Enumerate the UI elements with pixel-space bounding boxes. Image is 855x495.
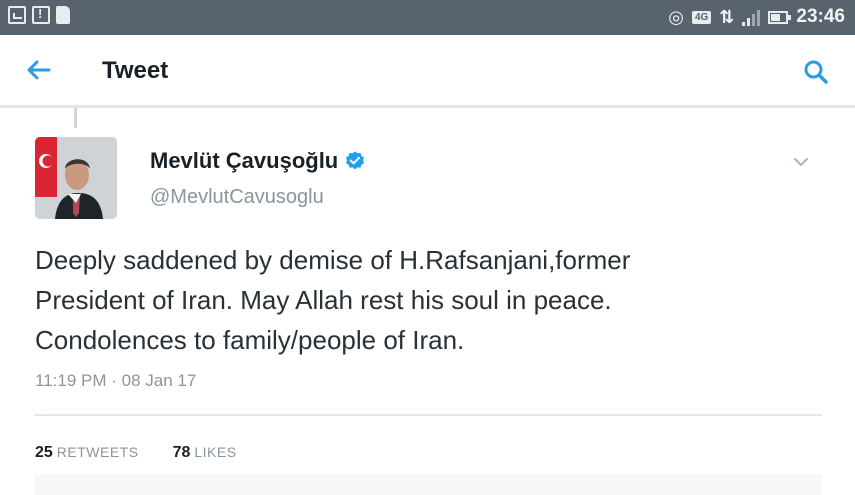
retweets-label: RETWEETS [56, 444, 139, 460]
tweet-timestamp: 11:19 PM · 08 Jan 17 [35, 371, 197, 390]
verified-badge-icon [346, 151, 365, 170]
sdcard-icon [56, 6, 70, 24]
action-bar-edge [35, 474, 822, 495]
tweet-text: Deeply saddened by demise of H.Rafsanjan… [35, 240, 825, 360]
image-icon [8, 6, 26, 24]
likes-count: 78 [172, 444, 191, 461]
status-bar: ◎ 4G ⇅ 23:46 [0, 0, 855, 35]
avatar-image [35, 137, 117, 219]
avatar[interactable] [35, 137, 117, 219]
retweets-count: 25 [35, 444, 53, 461]
status-bar-left [8, 6, 70, 24]
wifi-hotspot-icon: ◎ [668, 7, 684, 27]
likes-stat[interactable]: 78 LIKES [173, 444, 237, 462]
retweets-stat[interactable]: 25 RETWEETS [35, 444, 139, 462]
tweet-stats: 25 RETWEETS 78 LIKES [35, 444, 237, 462]
divider [35, 414, 822, 416]
likes-label: LIKES [194, 444, 237, 460]
back-arrow-icon [27, 60, 51, 80]
page-title: Tweet [102, 57, 169, 84]
more-options-button[interactable] [791, 152, 811, 172]
conversation-thread-line [74, 108, 77, 128]
status-time: 23:46 [796, 6, 845, 27]
user-handle[interactable]: @MevlutCavusoglu [150, 186, 324, 209]
display-name-text: Mevlüt Çavuşoğlu [150, 148, 339, 173]
display-name[interactable]: Mevlüt Çavuşoğlu [150, 148, 366, 174]
tweet-text-line: Condolences to family/people of Iran. [35, 325, 465, 355]
tweet-text-line: Deeply saddened by demise of H.Rafsanjan… [35, 245, 631, 275]
data-arrows-icon: ⇅ [719, 7, 735, 27]
back-button[interactable] [22, 55, 56, 85]
search-button[interactable] [801, 57, 831, 87]
search-icon [804, 60, 828, 84]
signal-icon [742, 8, 761, 26]
network-badge: 4G [691, 10, 712, 24]
status-bar-right: ◎ 4G ⇅ 23:46 [668, 6, 845, 28]
alert-icon [32, 6, 50, 24]
battery-icon [768, 10, 792, 24]
tweet-text-line: President of Iran. May Allah rest his so… [35, 285, 612, 315]
app-bar: Tweet [0, 35, 855, 108]
chevron-down-icon [794, 158, 808, 166]
